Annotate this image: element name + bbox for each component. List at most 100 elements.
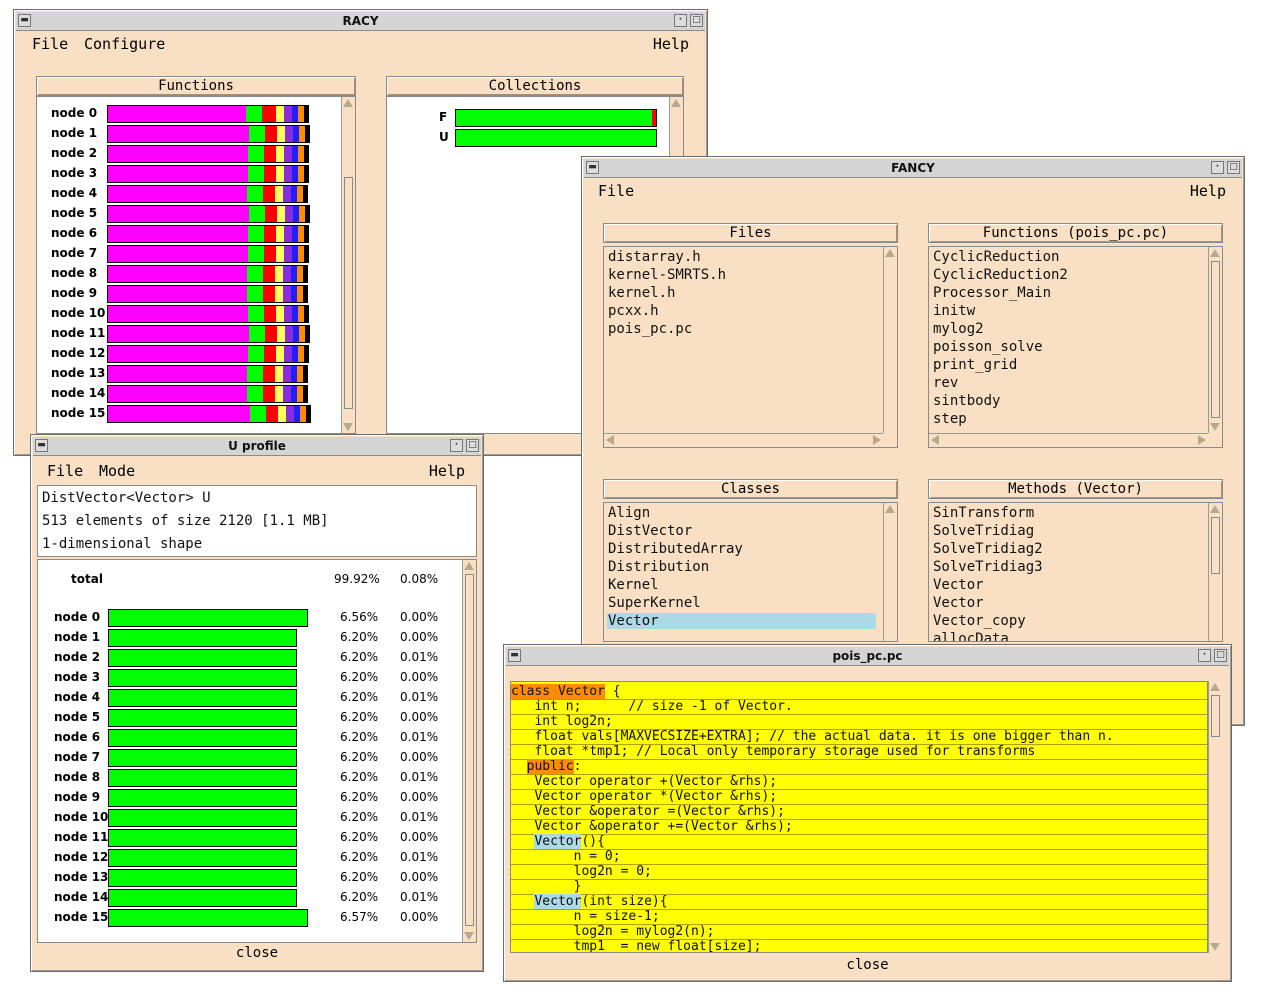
function-item[interactable]: print_grid [933,357,1017,373]
scroll-right-icon[interactable] [873,435,881,445]
code-line[interactable]: public: [511,759,1207,775]
fancy-files-list[interactable]: distarray.h kernel-SMRTS.h kernel.h pcxx.h p… [603,246,898,448]
racy-menu-file[interactable]: File [32,35,68,53]
racy-node-bar[interactable] [107,225,309,243]
function-item[interactable]: CyclicReduction [933,249,1059,265]
class-item[interactable]: Vector [607,613,876,629]
code-highlight[interactable]: public [526,759,574,774]
racy-functions-scrollbar[interactable] [341,97,355,433]
class-item[interactable]: Distribution [608,559,709,575]
uprofile-node-bar[interactable] [108,789,297,807]
scroll-thumb[interactable] [344,177,353,409]
classes-scrollbar[interactable] [883,503,897,641]
method-item[interactable]: Vector_copy [933,613,1026,629]
uprofile-node-bar[interactable] [108,769,297,787]
file-item[interactable]: kernel.h [608,285,675,301]
method-item[interactable]: SolveTridiag2 [933,541,1043,557]
functions-hscrollbar[interactable] [929,433,1208,447]
class-item[interactable]: Kernel [608,577,659,593]
file-item[interactable]: kernel-SMRTS.h [608,267,726,283]
scroll-up-icon[interactable] [671,99,681,107]
scroll-up-icon[interactable] [1210,249,1220,257]
collection-bar[interactable] [455,129,657,147]
files-scrollbar[interactable] [883,247,897,433]
code-close-button[interactable]: close [510,955,1225,975]
racy-node-bar[interactable] [107,185,308,203]
minimize-icon[interactable]: · [1198,649,1211,662]
method-item[interactable]: allocData [933,631,1009,641]
method-item[interactable]: Vector [933,595,984,611]
code-line[interactable]: int log2n; [511,714,1207,730]
racy-node-bar[interactable] [107,145,309,163]
uprofile-node-bar[interactable] [108,609,308,627]
uprofile-node-bar[interactable] [108,849,297,867]
code-line[interactable]: Vector(int size){ [511,894,1207,910]
scroll-thumb[interactable] [465,574,474,926]
uprofile-scrollbar[interactable] [462,560,476,942]
scroll-down-icon[interactable] [1210,423,1220,431]
uprofile-node-bar[interactable] [108,689,297,707]
uprofile-node-bar[interactable] [108,869,297,887]
racy-node-bar[interactable] [107,265,308,283]
uprofile-menu-file[interactable]: File [47,462,83,480]
files-hscrollbar[interactable] [604,433,883,447]
code-highlight[interactable]: class Vector [511,684,605,699]
code-line[interactable]: n = 0; [511,849,1207,865]
file-item[interactable]: distarray.h [608,249,701,265]
maximize-icon[interactable]: □ [690,14,703,27]
racy-node-bar[interactable] [107,125,310,143]
uprofile-close-button[interactable]: close [37,943,477,965]
function-item[interactable]: step [933,411,967,427]
racy-node-bar[interactable] [107,385,308,403]
function-item[interactable]: CyclicReduction2 [933,267,1068,283]
racy-titlebar[interactable]: ▬ RACY · □ [16,12,705,31]
scroll-up-icon[interactable] [885,505,895,513]
code-line[interactable]: n = size-1; [511,909,1207,925]
minimize-icon[interactable]: · [450,439,463,452]
uprofile-node-bar[interactable] [108,829,297,847]
code-line[interactable]: Vector operator *(Vector &rhs); [511,789,1207,805]
fancy-menu-file[interactable]: File [598,182,634,200]
maximize-icon[interactable]: □ [1227,161,1240,174]
uprofile-node-bar[interactable] [108,909,308,927]
racy-node-bar[interactable] [107,105,309,123]
scroll-up-icon[interactable] [885,249,895,257]
minimize-icon[interactable]: · [1211,161,1224,174]
function-item[interactable]: initw [933,303,975,319]
uprofile-menu-mode[interactable]: Mode [99,462,135,480]
code-line[interactable]: log2n = 0; [511,864,1207,880]
scroll-down-icon[interactable] [343,423,353,431]
minimize-icon[interactable]: · [674,14,687,27]
scroll-left-icon[interactable] [931,435,939,445]
scroll-down-icon[interactable] [1210,943,1220,951]
uprofile-titlebar[interactable]: ▬ U profile · □ [33,437,481,456]
racy-node-bar[interactable] [107,365,308,383]
file-item[interactable]: pcxx.h [608,303,659,319]
code-line[interactable]: Vector &operator +=(Vector &rhs); [511,819,1207,835]
racy-node-bar[interactable] [107,345,309,363]
functions-scrollbar[interactable] [1208,247,1222,433]
racy-node-bar[interactable] [107,325,310,343]
scroll-up-icon[interactable] [464,562,474,570]
scroll-up-icon[interactable] [343,99,353,107]
code-line[interactable]: tmp1 = new float[size]; [511,939,1207,952]
method-item[interactable]: SinTransform [933,505,1034,521]
racy-node-bar[interactable] [107,305,309,323]
code-scrollbar[interactable] [1208,681,1222,953]
uprofile-node-bar[interactable] [108,729,297,747]
maximize-icon[interactable]: □ [1214,649,1227,662]
code-line[interactable]: float *tmp1; // Local only temporary sto… [511,744,1207,760]
class-item[interactable]: SuperKernel [608,595,701,611]
code-line[interactable]: float vals[MAXVECSIZE+EXTRA]; // the act… [511,729,1207,745]
code-highlight[interactable]: Vector [534,834,582,849]
racy-node-bar[interactable] [107,405,311,423]
maximize-icon[interactable]: □ [466,439,479,452]
class-item[interactable]: Align [608,505,650,521]
function-item[interactable]: Processor_Main [933,285,1051,301]
code-line[interactable]: class Vector { [511,684,1207,700]
code-line[interactable]: Vector &operator =(Vector &rhs); [511,804,1207,820]
file-item[interactable]: pois_pc.pc [608,321,692,337]
uprofile-node-bar[interactable] [108,809,297,827]
racy-node-bar[interactable] [107,165,309,183]
uprofile-node-bar[interactable] [108,629,297,647]
